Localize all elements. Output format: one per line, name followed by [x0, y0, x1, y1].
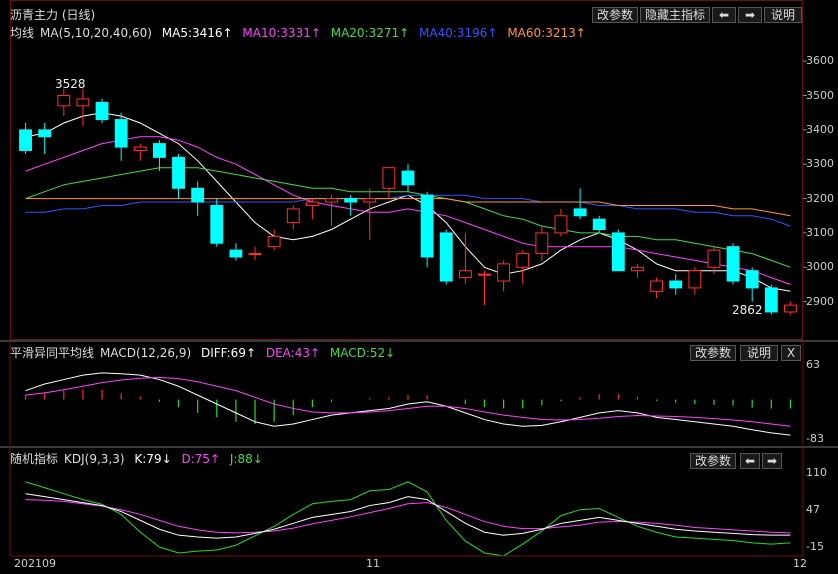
- kdj-d-line: [25, 499, 791, 534]
- candle-body: [669, 280, 683, 289]
- candle-body: [133, 146, 147, 151]
- candle-body: [439, 232, 453, 282]
- candle-body: [497, 263, 511, 282]
- candle-body: [784, 304, 797, 313]
- main-y-tick: 3600: [806, 54, 834, 68]
- main-y-tick: 3000: [806, 260, 834, 274]
- candle-body: [267, 235, 281, 248]
- candle-body: [95, 101, 109, 121]
- candle-body: [248, 253, 262, 256]
- candle-body: [535, 232, 549, 255]
- candle-body: [38, 129, 52, 138]
- candle-body: [688, 270, 702, 289]
- candle-body: [382, 167, 396, 189]
- kdj-y-tick: 47: [806, 503, 820, 517]
- main-y-tick: 3400: [806, 122, 834, 136]
- candle-body: [611, 232, 625, 272]
- kdj-y-tick: -15: [806, 540, 824, 554]
- candle-body: [650, 280, 664, 292]
- macd-diff-line: [25, 372, 791, 436]
- main-y-tick: 3200: [806, 191, 834, 205]
- main-y-tick: 3300: [806, 157, 834, 171]
- macd-y-tick: 63: [806, 358, 820, 371]
- candle-body: [363, 198, 377, 203]
- candle-body: [305, 201, 319, 206]
- candle-body: [152, 143, 166, 158]
- candle-body: [458, 270, 472, 279]
- kdj-y-tick: 110: [806, 465, 827, 479]
- candle-body: [325, 198, 338, 203]
- candle-body: [210, 204, 224, 244]
- x-label-11: 11: [366, 557, 380, 570]
- kdj-k-line: [25, 493, 791, 539]
- high-price-label: 3528: [55, 77, 86, 91]
- kdj-j-line: [25, 481, 791, 557]
- candle-body: [229, 249, 243, 258]
- low-price-label: 2862: [732, 303, 763, 317]
- candle-body: [344, 198, 358, 203]
- main-y-tick: 3100: [806, 225, 834, 239]
- candle-body: [554, 215, 568, 234]
- candle-body: [76, 98, 90, 107]
- candle-body: [631, 266, 644, 272]
- candle-body: [172, 156, 185, 189]
- candle-body: [114, 119, 128, 148]
- macd-y-tick: -83: [806, 432, 824, 445]
- candle-body: [707, 249, 721, 268]
- main-y-tick: 2900: [806, 294, 834, 308]
- candle-body: [516, 253, 530, 268]
- x-label-202109: 202109: [14, 557, 56, 570]
- candle-body: [764, 287, 778, 313]
- main-y-tick: 3500: [806, 88, 834, 102]
- candle-body: [401, 170, 415, 186]
- candle-body: [592, 218, 606, 231]
- candle-body: [57, 95, 71, 107]
- ma-line-ma60: [25, 198, 791, 217]
- candle-body: [478, 273, 491, 276]
- candle-body: [726, 246, 740, 282]
- candle-body: [573, 208, 587, 217]
- x-label-12: 12: [793, 557, 807, 570]
- candle-body: [745, 270, 759, 289]
- ma-line-ma40: [25, 194, 791, 227]
- candle-body: [191, 187, 205, 203]
- chart-canvas: [9, 60, 807, 557]
- candle-body: [286, 208, 300, 224]
- candle-body: [19, 129, 32, 151]
- candle-body: [420, 194, 434, 258]
